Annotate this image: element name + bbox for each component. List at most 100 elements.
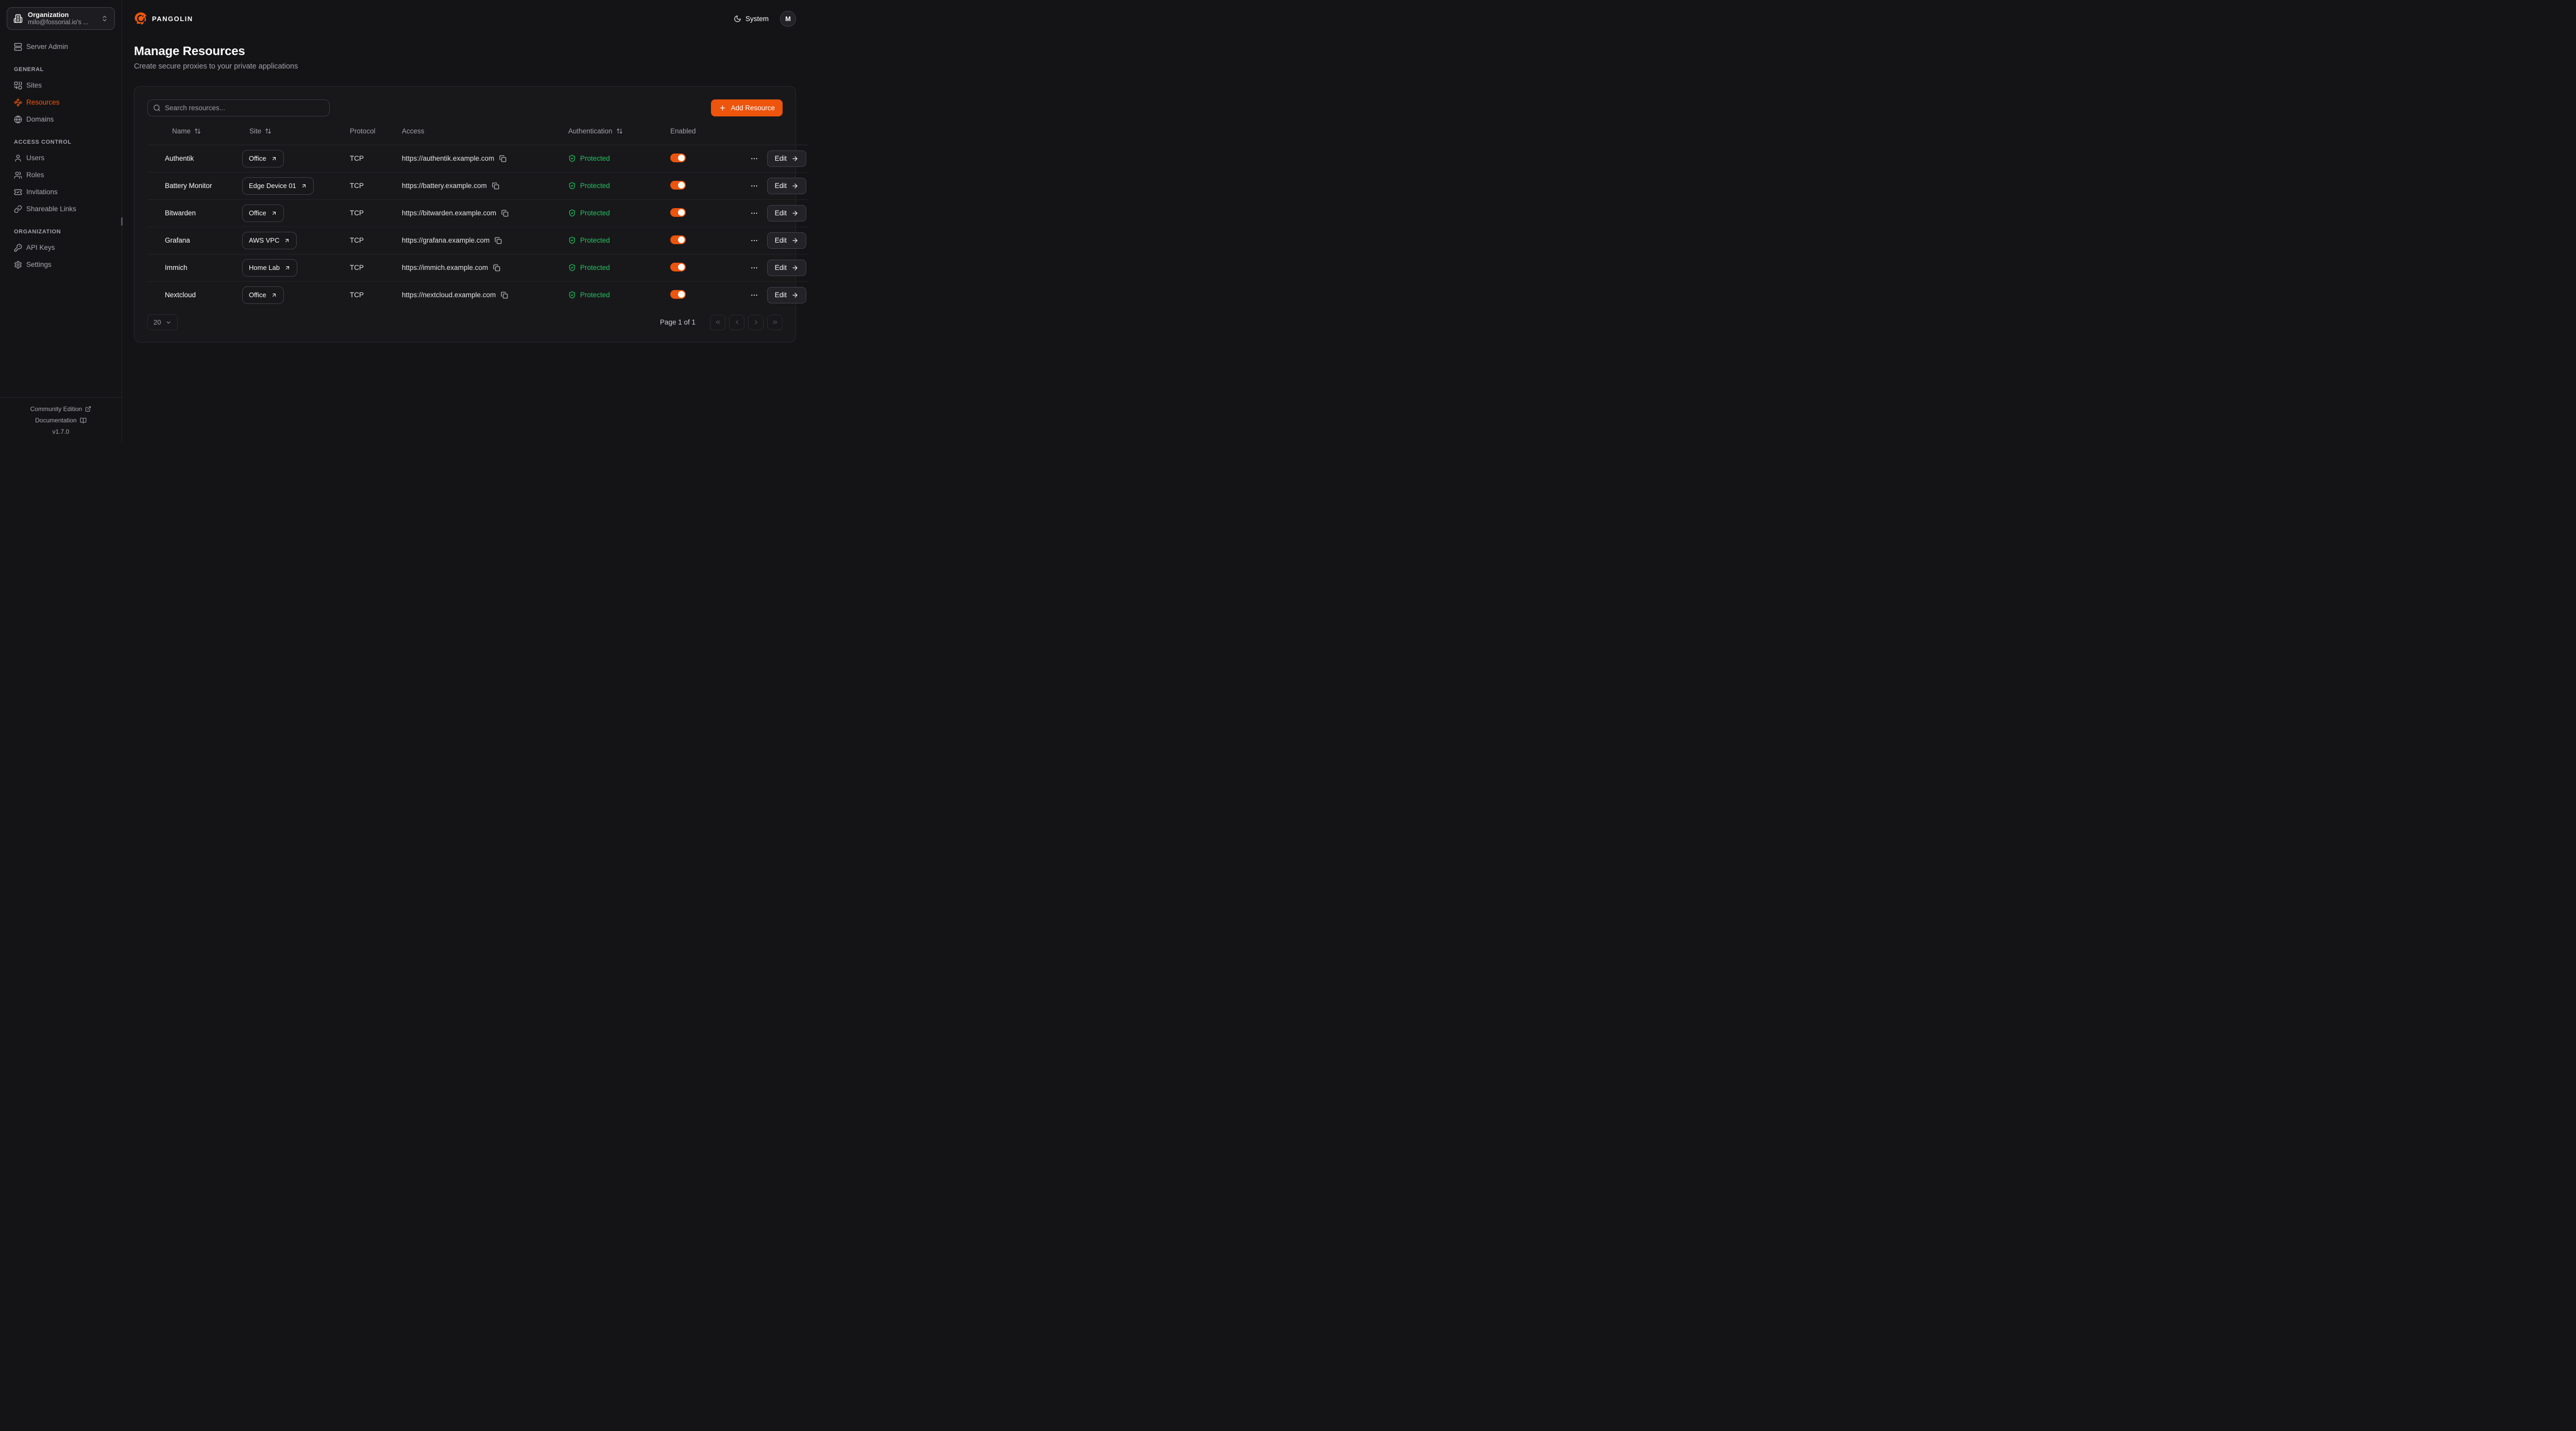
row-menu-button[interactable] (750, 155, 758, 163)
resource-protocol: TCP (350, 236, 364, 244)
user-icon (14, 154, 22, 162)
site-link-button[interactable]: Home Lab (242, 259, 297, 277)
search-input[interactable] (147, 99, 330, 116)
sidebar-item-users[interactable]: Users (7, 149, 115, 166)
users-icon (14, 171, 22, 179)
resource-url: https://authentik.example.com (402, 155, 494, 162)
arrow-up-right-icon (284, 265, 291, 271)
sidebar-item-api-keys[interactable]: API Keys (7, 239, 115, 256)
first-page-button[interactable] (710, 315, 725, 330)
resource-url: https://grafana.example.com (402, 236, 489, 244)
site-link-button[interactable]: AWS VPC (242, 232, 297, 249)
copy-url-button[interactable] (495, 237, 502, 244)
row-menu-button[interactable] (750, 236, 758, 245)
sidebar-item-label: Resources (26, 98, 60, 106)
sidebar-section-general: GENERAL (7, 66, 115, 73)
arrow-right-icon (791, 210, 799, 217)
next-page-button[interactable] (748, 315, 764, 330)
copy-url-button[interactable] (499, 155, 506, 162)
sidebar-item-settings[interactable]: Settings (7, 256, 115, 273)
copy-url-button[interactable] (501, 292, 508, 299)
edit-button[interactable]: Edit (767, 150, 806, 167)
search-icon (153, 104, 161, 112)
avatar[interactable]: M (780, 11, 796, 27)
site-link-button[interactable]: Edge Device 01 (242, 177, 314, 195)
site-link-button[interactable]: Office (242, 150, 284, 167)
table-row: Authentik Office TCP https://authentik.e… (147, 145, 808, 172)
sidebar-item-roles[interactable]: Roles (7, 166, 115, 183)
resource-protocol: TCP (350, 264, 364, 271)
arrow-right-icon (791, 292, 799, 299)
row-menu-button[interactable] (750, 182, 758, 190)
enabled-toggle[interactable] (670, 263, 686, 271)
add-resource-button[interactable]: Add Resource (711, 99, 783, 116)
sidebar-item-invitations[interactable]: Invitations (7, 183, 115, 200)
app-window: Organization milo@fossorial.io's ... Ser… (0, 0, 808, 442)
resource-name: Battery Monitor (165, 182, 212, 190)
prev-page-button[interactable] (729, 315, 744, 330)
theme-toggle-button[interactable]: System (734, 15, 769, 23)
arrow-right-icon (791, 264, 799, 271)
sidebar: Organization milo@fossorial.io's ... Ser… (0, 0, 122, 442)
auth-status-badge: Protected (568, 264, 670, 271)
sidebar-item-label: Invitations (26, 188, 58, 196)
row-menu-button[interactable] (750, 264, 758, 272)
shield-check-icon (568, 291, 576, 299)
edit-button[interactable]: Edit (767, 178, 806, 194)
sort-header-name[interactable]: Name (172, 127, 201, 135)
key-round-icon (14, 244, 22, 252)
enabled-toggle[interactable] (670, 181, 686, 190)
row-menu-button[interactable] (750, 209, 758, 217)
org-selector[interactable]: Organization milo@fossorial.io's ... (7, 7, 115, 30)
community-edition-link[interactable]: Community Edition (0, 403, 122, 415)
auth-status-badge: Protected (568, 182, 670, 190)
edit-button[interactable]: Edit (767, 205, 806, 222)
arrow-right-icon (791, 182, 799, 190)
sidebar-item-domains[interactable]: Domains (7, 111, 115, 128)
copy-url-button[interactable] (493, 264, 500, 271)
table-row: Grafana AWS VPC TCP https://grafana.exam… (147, 227, 808, 254)
copy-url-button[interactable] (501, 210, 509, 217)
sort-header-authentication[interactable]: Authentication (568, 127, 623, 135)
sidebar-item-label: Users (26, 154, 44, 162)
external-link-icon (85, 406, 91, 412)
sidebar-section-access-control: ACCESS CONTROL (7, 139, 115, 145)
enabled-toggle[interactable] (670, 235, 686, 244)
sidebar-item-shareable-links[interactable]: Shareable Links (7, 200, 115, 217)
chevrons-right-icon (772, 319, 778, 326)
sidebar-item-label: Roles (26, 171, 44, 179)
last-page-button[interactable] (767, 315, 783, 330)
sidebar-resize-handle[interactable] (121, 217, 123, 226)
sidebar-item-server-admin[interactable]: Server Admin (7, 38, 115, 55)
resource-name: Grafana (165, 236, 190, 244)
link-icon (14, 205, 22, 213)
edit-button[interactable]: Edit (767, 260, 806, 276)
pangolin-logo-icon (134, 12, 148, 26)
resource-name: Immich (165, 264, 188, 271)
sidebar-item-resources[interactable]: Resources (7, 94, 115, 111)
sidebar-item-sites[interactable]: Sites (7, 77, 115, 94)
sidebar-nav: Server Admin GENERAL Sites Resources Dom (7, 38, 115, 273)
enabled-toggle[interactable] (670, 208, 686, 217)
sidebar-item-label: Domains (26, 115, 54, 123)
enabled-toggle[interactable] (670, 290, 686, 299)
card-toolbar: Add Resource (147, 99, 783, 116)
edit-button[interactable]: Edit (767, 287, 806, 303)
copy-url-button[interactable] (492, 182, 499, 190)
waypoints-icon (14, 98, 22, 107)
sort-header-site[interactable]: Site (249, 127, 272, 135)
ellipsis-icon (750, 236, 758, 245)
chevron-right-icon (753, 319, 759, 326)
table-row: Battery Monitor Edge Device 01 TCP https… (147, 172, 808, 199)
page-size-select[interactable]: 20 (147, 314, 178, 330)
header-enabled: Enabled (670, 127, 696, 135)
row-menu-button[interactable] (750, 291, 758, 299)
site-link-button[interactable]: Office (242, 205, 284, 222)
site-link-button[interactable]: Office (242, 286, 284, 304)
combine-icon (14, 81, 22, 90)
resource-url: https://nextcloud.example.com (402, 291, 496, 299)
edit-button[interactable]: Edit (767, 232, 806, 249)
documentation-link[interactable]: Documentation (0, 415, 122, 426)
enabled-toggle[interactable] (670, 154, 686, 162)
sidebar-section-organization: ORGANIZATION (7, 229, 115, 235)
